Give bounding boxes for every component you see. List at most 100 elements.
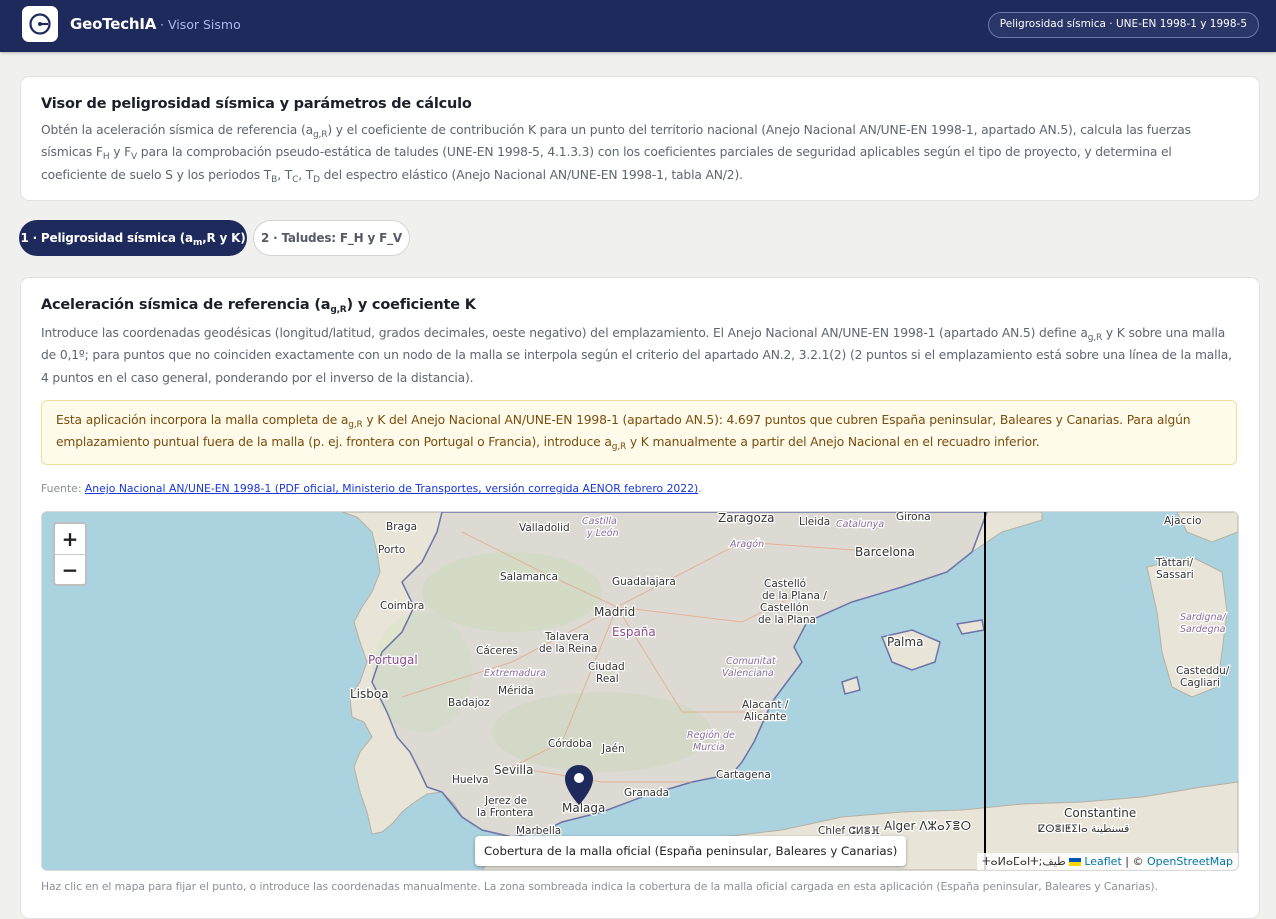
map-label: Sevilla: [494, 763, 533, 777]
osm-link[interactable]: OpenStreetMap: [1147, 855, 1233, 868]
map-label: Castilla: [582, 516, 617, 527]
map-label: ⵇⵙⴻⵏⵟⵉⵏⴰ قسنطينة: [1038, 823, 1129, 835]
map-label: Córdoba: [548, 738, 592, 750]
tab-peligrosidad[interactable]: 1 · Peligrosidad sísmica (am,R y K): [19, 220, 247, 256]
seismic-map[interactable]: Braga Valladolid Castilla y León Zaragoz…: [41, 511, 1239, 871]
coverage-notice: Esta aplicación incorpora la malla compl…: [41, 400, 1237, 465]
tab1-label-pre: 1 · Peligrosidad sísmica (a: [20, 231, 193, 245]
map-label: Murcia: [693, 742, 725, 753]
section-title-sub: g,R: [330, 305, 347, 315]
map-label: Valladolid: [519, 522, 570, 534]
map-label: y León: [586, 528, 619, 539]
brand-name: GeoTechIA: [70, 15, 157, 33]
map-label: Girona: [896, 512, 931, 523]
map-label: España: [612, 625, 656, 639]
section-description: Introduce las coordenadas geodésicas (lo…: [41, 322, 1237, 389]
coverage-notice-text: Esta aplicación incorpora la malla compl…: [56, 409, 1226, 454]
leaflet-link[interactable]: Leaflet: [1084, 855, 1121, 868]
ukraine-flag-icon: [1069, 858, 1082, 866]
map-label: Mérida: [498, 685, 534, 697]
section-desc-1: Introduce las coordenadas geodésicas (lo…: [41, 326, 1088, 340]
logo[interactable]: [22, 6, 58, 42]
section-title-post: ) y coeficiente K: [346, 297, 476, 313]
map-label: Castellón: [760, 602, 809, 614]
map-label: Zaragoza: [718, 512, 774, 525]
map-label: Cagliari: [1180, 677, 1220, 689]
map-label: Ajaccio: [1164, 515, 1201, 527]
map-label: Aragón: [729, 539, 764, 550]
map-label: Región de: [687, 730, 735, 741]
geotechia-logo-icon: [29, 13, 51, 35]
map-label: Barcelona: [855, 545, 915, 559]
map-label: la Frontera: [477, 807, 533, 819]
source-link[interactable]: Anejo Nacional AN/UNE-EN 1998-1 (PDF ofi…: [85, 482, 698, 495]
map-label: de la Reina: [539, 643, 597, 655]
map-label: de la Plana /: [762, 590, 827, 602]
map-label: Tàttari/: [1155, 557, 1194, 569]
intro-sub-1: g,R: [312, 130, 328, 140]
map-label: Casteddu/: [1176, 665, 1230, 677]
map-label: Cáceres: [476, 645, 518, 657]
map-label: Valenciana: [722, 668, 774, 679]
map-label: de la Plana: [758, 614, 816, 626]
intro-card: Visor de peligrosidad sísmica y parámetr…: [20, 76, 1260, 201]
source-end: .: [698, 482, 702, 495]
map-label: Extremadura: [484, 668, 546, 679]
map-label: Alger ⴷⵣⴰⵢⴻⵔ: [884, 819, 971, 833]
coverage-tooltip: Cobertura de la malla oficial (España pe…: [475, 836, 907, 866]
zoom-out-button[interactable]: −: [55, 555, 85, 585]
source-line: Fuente: Anejo Nacional AN/UNE-EN 1998-1 …: [41, 482, 702, 495]
intro-sub-6: D: [313, 174, 320, 185]
location-marker-icon[interactable]: [564, 764, 594, 806]
notice-text-3: y K manualmente a partir del Anejo Nacio…: [626, 435, 1040, 450]
section-desc-sub: g,R: [1087, 333, 1103, 343]
map-label: Coimbra: [380, 600, 424, 612]
hazard-card: Aceleración sísmica de referencia (ag,R)…: [20, 277, 1260, 919]
map-label: Constantine: [1064, 806, 1136, 820]
map-label: Portugal: [368, 653, 418, 667]
map-label: Granada: [624, 787, 669, 799]
intro-text-3: y F: [109, 145, 132, 160]
brand-subtitle: · Visor Sismo: [160, 17, 241, 32]
attribution-separator: | ©: [1121, 855, 1147, 868]
zoom-in-button[interactable]: +: [55, 524, 85, 555]
map-label: Talavera: [544, 631, 589, 643]
attribution-prefix: ⵜⴰⵍⴰⵎⴰⵏⵜ;طيف: [982, 855, 1066, 868]
map-label: Jerez de: [484, 795, 527, 807]
notice-sub-1: g,R: [348, 420, 363, 430]
map-label: Lleida: [799, 516, 830, 528]
map-label: Ciudad: [588, 661, 625, 673]
map-label: Badajoz: [448, 697, 490, 709]
intro-text-7: del espectro elástico (Anejo Nacional AN…: [319, 167, 743, 182]
tab1-label-sub: m: [192, 238, 203, 248]
map-label: Lisboa: [350, 687, 389, 701]
section-title: Aceleración sísmica de referencia (ag,R)…: [41, 297, 476, 315]
map-attribution: ⵜⴰⵍⴰⵎⴰⵏⵜ;طيف Leaflet | © OpenStreetMap: [977, 853, 1238, 870]
notice-sub-2: g,R: [611, 442, 627, 453]
map-label: Sardigna/: [1180, 612, 1227, 623]
map-label: Castelló: [764, 578, 806, 590]
map-label: Guadalajara: [612, 576, 676, 588]
intro-text-6: , T: [298, 167, 314, 182]
standard-badge: Peligrosidad sísmica · UNE-EN 1998-1 y 1…: [987, 12, 1259, 38]
map-divider-line: [984, 512, 986, 870]
map-hint: Haz clic en el mapa para fijar el punto,…: [41, 880, 1158, 893]
map-label: Alicante: [744, 711, 786, 723]
map-label: Alacant /: [742, 699, 789, 711]
tab1-label-post: ,R y K): [202, 231, 246, 245]
map-label: Palma: [887, 635, 923, 649]
notice-text-1: Esta aplicación incorpora la malla compl…: [56, 413, 349, 427]
zoom-control: + −: [53, 522, 87, 586]
map-label: Jaén: [601, 743, 625, 755]
map-label: Sardegna: [1180, 624, 1226, 635]
map-label: Catalunya: [836, 519, 884, 530]
source-label: Fuente:: [41, 482, 82, 495]
intro-text-5: , T: [277, 167, 293, 182]
tab-taludes[interactable]: 2 · Taludes: F_H y F_V: [253, 220, 410, 256]
map-label: Cartagena: [716, 769, 771, 781]
map-label: Sassari: [1156, 569, 1194, 581]
map-label: Real: [596, 673, 619, 685]
map-label: Comunitat: [726, 656, 777, 667]
map-label: Huelva: [452, 774, 489, 786]
map-label: Braga: [386, 521, 417, 533]
